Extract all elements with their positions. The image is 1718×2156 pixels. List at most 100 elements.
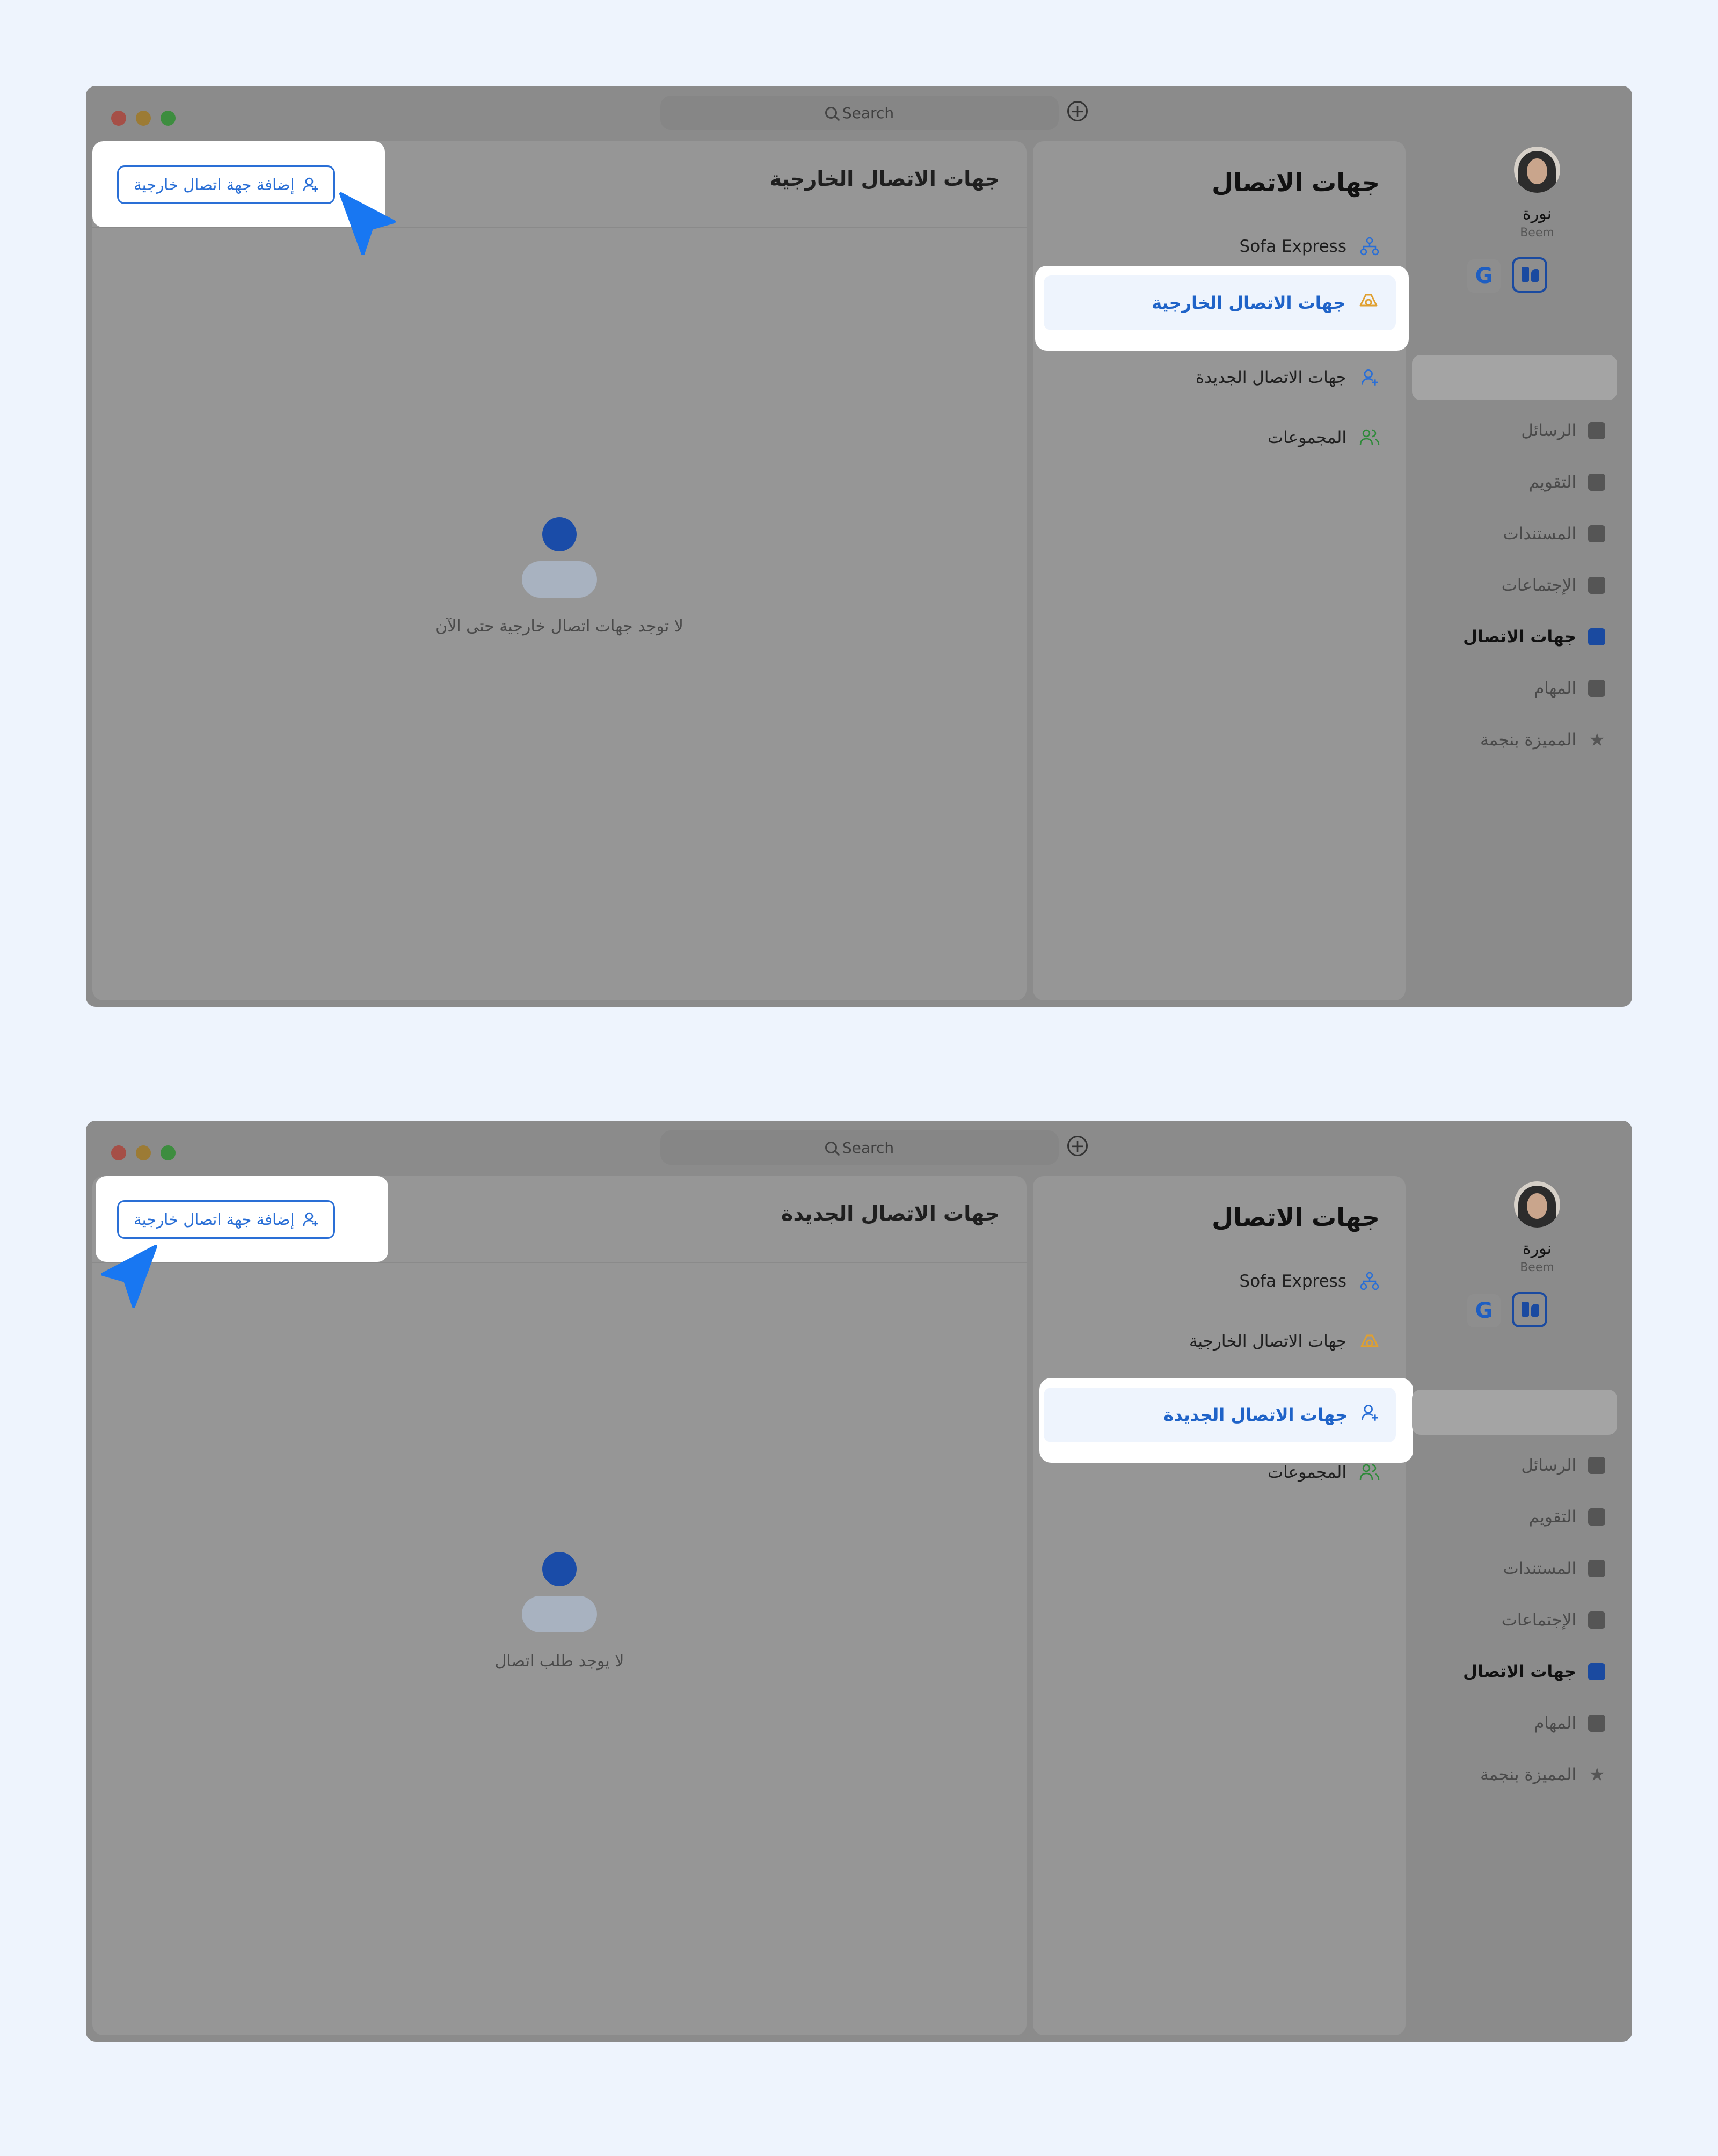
plus-icon: + [1070, 1136, 1085, 1156]
sidebar-item-starred[interactable]: ★ المميزة بنجمة [1480, 724, 1605, 756]
add-external-contact-button[interactable]: إضافة جهة اتصال خارجية [117, 165, 335, 204]
page-title: جهات الاتصال الخارجية [769, 167, 1000, 191]
checkbox-icon [1588, 1715, 1605, 1732]
google-workspace-button[interactable]: G [1467, 259, 1501, 293]
new-item-button[interactable]: + [1067, 101, 1088, 121]
search-label: Search [842, 1138, 894, 1157]
app-window-2: Search + إضافة جهة اتصال خارجية جهات الا… [86, 1121, 1632, 2042]
user-name: نورة [1522, 1239, 1552, 1258]
contact-list-item-groups[interactable]: المجموعات [1268, 1456, 1380, 1489]
sidebar-item-label: المميزة بنجمة [1480, 1765, 1576, 1784]
new-item-button[interactable]: + [1067, 1136, 1088, 1156]
users-icon [1359, 1462, 1380, 1483]
sidebar-item-contacts[interactable]: جهات الاتصال [1463, 1656, 1605, 1688]
org-tree-icon [1359, 236, 1380, 257]
star-icon: ★ [1589, 1764, 1605, 1785]
star-icon: ★ [1589, 729, 1605, 751]
org-tree-icon [1359, 1271, 1380, 1291]
avatar[interactable] [1514, 147, 1560, 193]
video-icon [1588, 577, 1605, 594]
contact-book-icon [1588, 1663, 1605, 1680]
sidebar-item-label: الإجتماعات [1501, 576, 1576, 595]
sidebar-item-meetings[interactable]: الإجتماعات [1502, 569, 1605, 601]
contact-item-label: Sofa Express [1239, 237, 1346, 256]
contact-list-item-groups[interactable]: المجموعات [1268, 422, 1380, 454]
contact-list-item-sofa-express[interactable]: Sofa Express [1240, 1265, 1380, 1297]
minimize-window-button[interactable] [136, 1145, 151, 1160]
user-plus-icon [1359, 367, 1380, 388]
sidebar-item-meetings[interactable]: الإجتماعات [1502, 1604, 1605, 1636]
search-bar[interactable]: Search [660, 96, 1059, 130]
sidebar-item-label: الرسائل [1521, 1456, 1576, 1475]
cursor-pointer-icon [339, 192, 396, 255]
contact-item-label: Sofa Express [1239, 1272, 1346, 1291]
contacts-title: جهات الاتصال [1212, 1203, 1380, 1232]
empty-state: لا يوجد طلب اتصال [92, 1552, 1027, 1671]
add-external-contact-button[interactable]: إضافة جهة اتصال خارجية [117, 1200, 335, 1239]
sidebar-item-documents[interactable]: المستندات [1503, 1552, 1605, 1585]
sidebar-item-messages[interactable]: الرسائل [1521, 415, 1605, 447]
checkbox-icon [1588, 680, 1605, 697]
main-header: إضافة جهة اتصال خارجية جهات الاتصال الخا… [92, 141, 1027, 228]
users-icon [1359, 427, 1380, 448]
contact-list-item-new[interactable]: جهات الاتصال الجديدة [1196, 361, 1380, 394]
sidebar-item-label: الرسائل [1521, 421, 1576, 440]
sidebar-item-calendar[interactable]: التقويم [1529, 1501, 1605, 1533]
contact-item-label: جهات الاتصال الخارجية [1152, 293, 1345, 313]
sidebar-item-tasks[interactable]: المهام [1534, 672, 1605, 705]
maximize-window-button[interactable] [161, 111, 176, 126]
main-panel: إضافة جهة اتصال خارجية جهات الاتصال الجد… [92, 1176, 1027, 2035]
chat-icon [1588, 422, 1605, 439]
contact-list-item-new[interactable]: جهات الاتصال الجديدة [1044, 1388, 1396, 1442]
sidebar-item-calendar[interactable]: التقويم [1529, 466, 1605, 498]
empty-contact-icon [522, 517, 597, 598]
maximize-window-button[interactable] [161, 1145, 176, 1160]
sidebar-item-label: المهام [1534, 1714, 1576, 1733]
sidebar-item-tasks[interactable]: المهام [1534, 1707, 1605, 1739]
sidebar-item-label: المهام [1534, 679, 1576, 698]
sidebar-item-starred[interactable]: ★ المميزة بنجمة [1480, 1759, 1605, 1791]
nav-active-background [1412, 355, 1617, 400]
document-icon [1588, 1560, 1605, 1577]
contacts-panel: جهات الاتصال Sofa Express جهات الاتصال ا… [1033, 141, 1409, 1000]
contact-item-label: المجموعات [1267, 428, 1346, 447]
sidebar: نورة Beem G الرسائل التقويم المستندات ال… [1412, 1176, 1632, 2035]
contacts-title: جهات الاتصال [1212, 168, 1380, 197]
empty-contact-icon [522, 1552, 597, 1632]
titlebar: Search + [86, 86, 1632, 141]
handshake-icon [1359, 1331, 1380, 1352]
sidebar-item-label: جهات الاتصال [1463, 1662, 1576, 1681]
page-title: جهات الاتصال الجديدة [781, 1202, 1000, 1225]
close-window-button[interactable] [111, 1145, 126, 1160]
sidebar-item-contacts[interactable]: جهات الاتصال [1463, 621, 1605, 653]
user-org: Beem [1520, 226, 1554, 239]
search-bar[interactable]: Search [660, 1130, 1059, 1165]
sidebar-item-label: التقويم [1528, 1507, 1576, 1527]
sidebar-item-documents[interactable]: المستندات [1503, 518, 1605, 550]
titlebar: Search + [86, 1121, 1632, 1175]
user-plus-icon [303, 177, 318, 192]
sidebar-item-label: التقويم [1528, 473, 1576, 492]
contact-list-item-external[interactable]: جهات الاتصال الخارجية [1189, 1325, 1380, 1358]
beem-workspace-button[interactable] [1512, 1292, 1547, 1327]
user-org: Beem [1520, 1261, 1554, 1274]
sidebar-item-messages[interactable]: الرسائل [1521, 1449, 1605, 1482]
search-icon [825, 1142, 837, 1153]
beem-workspace-button[interactable] [1512, 257, 1547, 293]
search-label: Search [842, 104, 894, 122]
minimize-window-button[interactable] [136, 111, 151, 126]
empty-state: لا توجد جهات اتصال خارجية حتى الآن [92, 517, 1027, 636]
add-button-label: إضافة جهة اتصال خارجية [134, 176, 295, 194]
nav-active-background [1412, 1390, 1617, 1435]
add-button-label: إضافة جهة اتصال خارجية [134, 1210, 295, 1229]
contact-item-label: جهات الاتصال الجديدة [1163, 1405, 1348, 1425]
avatar[interactable] [1514, 1181, 1560, 1228]
contact-list-item-sofa-express[interactable]: Sofa Express [1240, 230, 1380, 263]
search-icon [825, 107, 837, 119]
contact-list-item-external[interactable]: جهات الاتصال الخارجية [1044, 275, 1396, 330]
close-window-button[interactable] [111, 111, 126, 126]
contacts-panel: جهات الاتصال Sofa Express جهات الاتصال ا… [1033, 1176, 1413, 2035]
google-workspace-button[interactable]: G [1467, 1294, 1501, 1327]
sidebar-item-label: المستندات [1503, 524, 1576, 543]
empty-state-text: لا توجد جهات اتصال خارجية حتى الآن [435, 617, 683, 636]
